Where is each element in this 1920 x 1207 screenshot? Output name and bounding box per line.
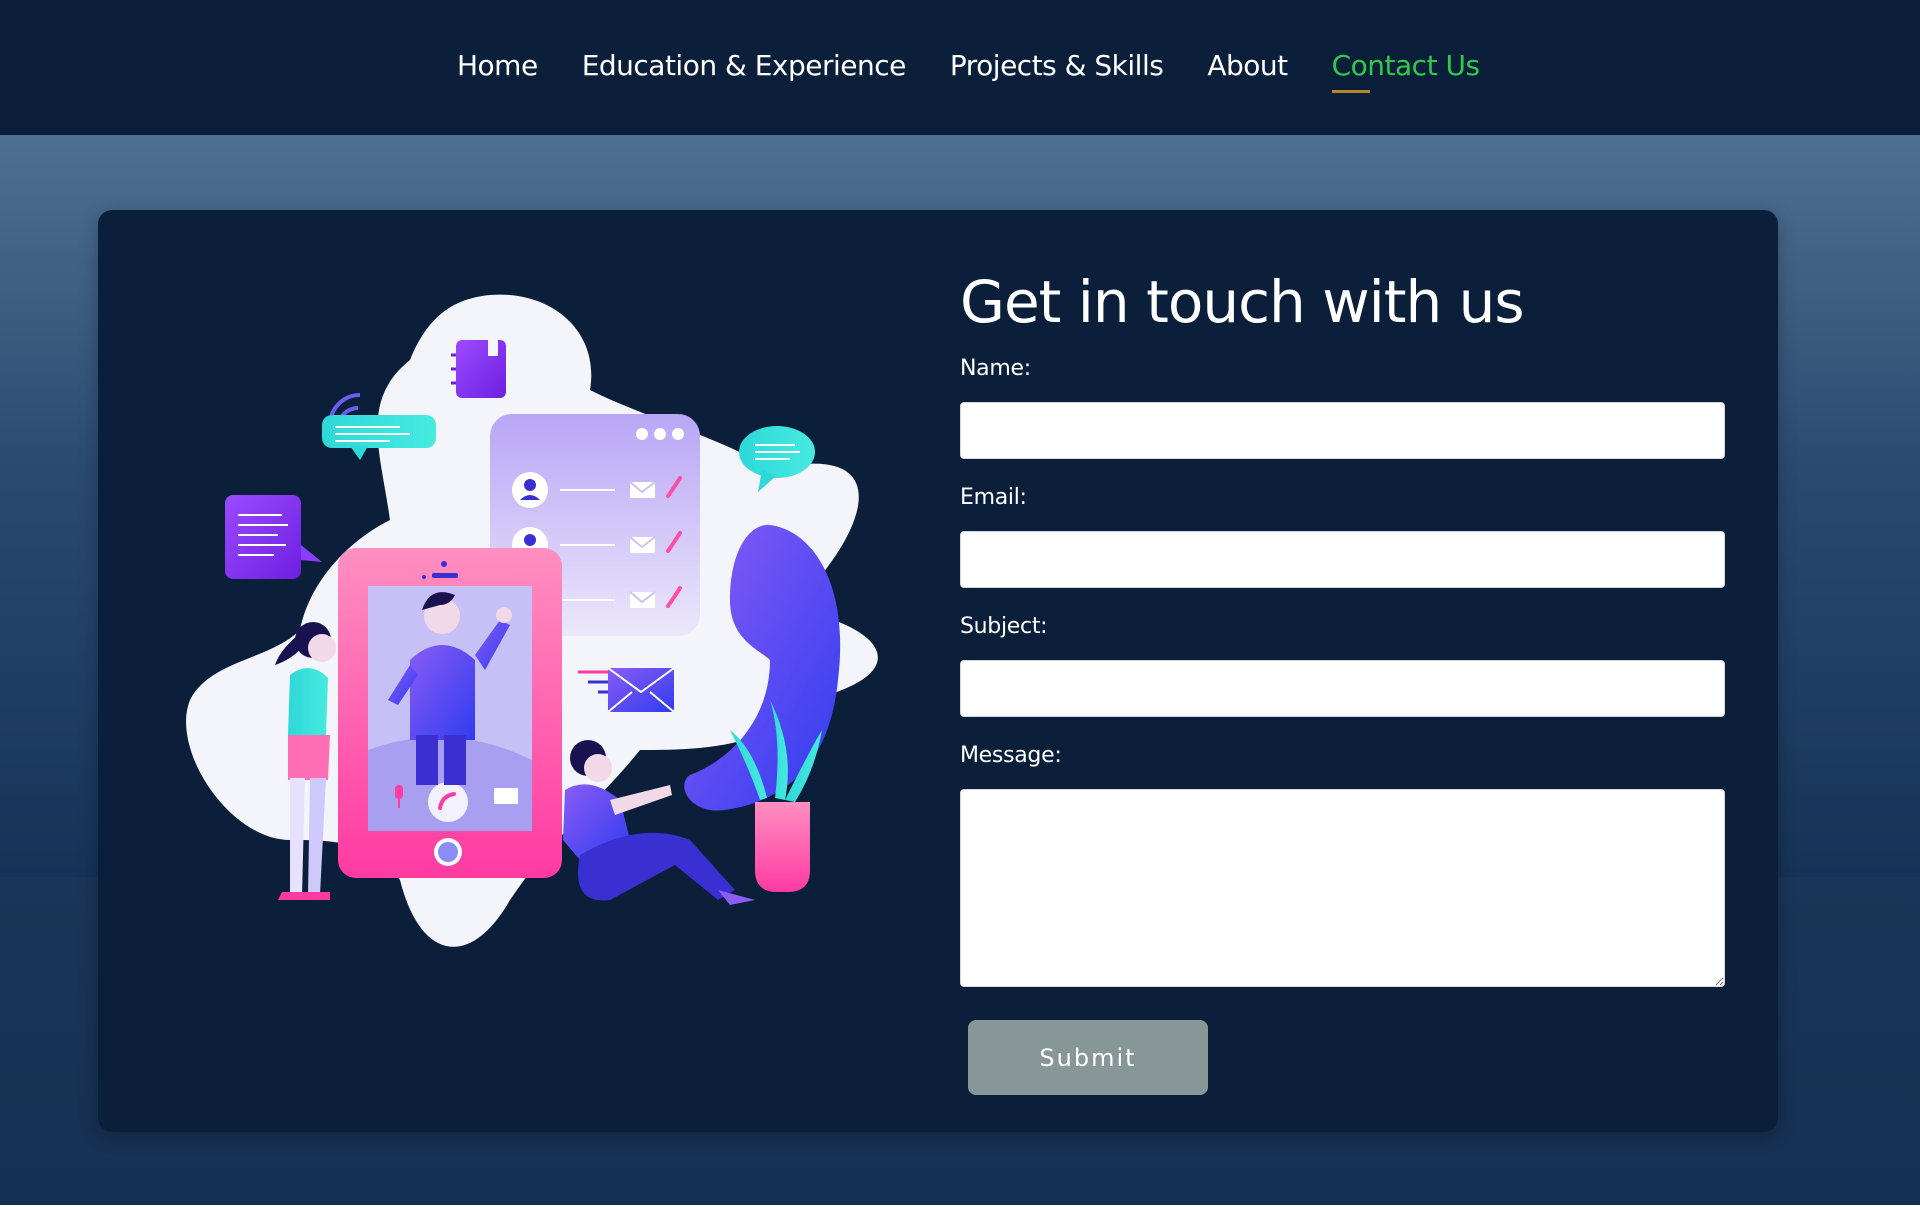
document-bubble-icon xyxy=(225,495,322,579)
nav-item-projects-skills[interactable]: Projects & Skills xyxy=(950,48,1164,84)
email-label: Email: xyxy=(960,485,1027,510)
subject-input[interactable] xyxy=(960,660,1725,717)
notebook-icon xyxy=(451,340,506,398)
nav-item-home[interactable]: Home xyxy=(457,48,538,84)
nav-item-about[interactable]: About xyxy=(1207,48,1288,84)
nav-item-education-experience[interactable]: Education & Experience xyxy=(582,48,907,84)
nav-menu: Home Education & Experience Projects & S… xyxy=(457,48,1480,93)
submit-button[interactable]: Submit xyxy=(968,1020,1208,1095)
smartphone-icon xyxy=(338,548,562,878)
top-navbar: Home Education & Experience Projects & S… xyxy=(0,0,1920,135)
message-textarea[interactable] xyxy=(960,789,1725,987)
nav-item-contact-us[interactable]: Contact Us xyxy=(1331,48,1480,93)
contact-illustration xyxy=(186,294,878,947)
subject-label: Subject: xyxy=(960,614,1048,639)
name-input[interactable] xyxy=(960,402,1725,459)
name-label: Name: xyxy=(960,356,1031,381)
message-label: Message: xyxy=(960,743,1062,768)
contact-form-title: Get in touch with us xyxy=(960,268,1525,336)
email-input[interactable] xyxy=(960,531,1725,588)
